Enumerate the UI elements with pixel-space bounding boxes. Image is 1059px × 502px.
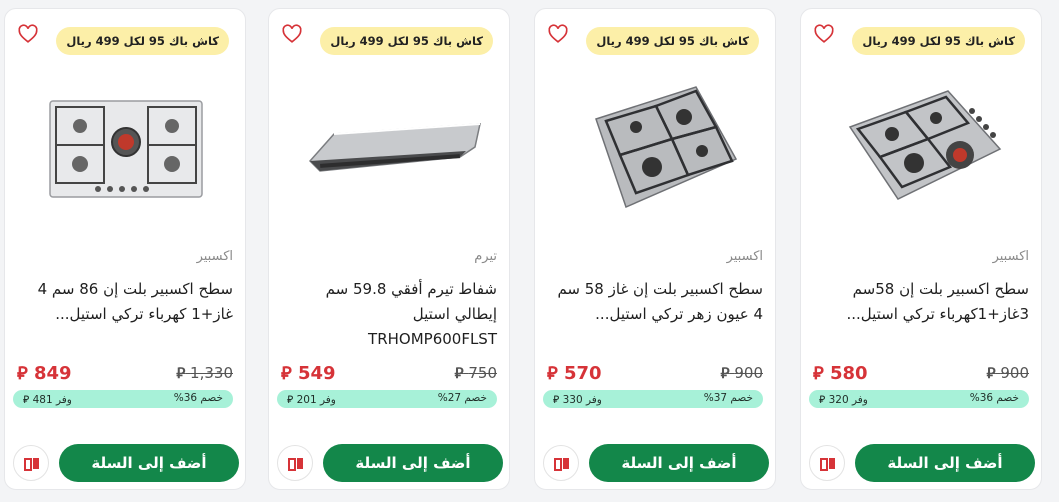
compare-icon: [554, 458, 569, 471]
save-amount: وفر 330 ⃁: [553, 394, 602, 406]
product-title[interactable]: سطح اكسبير بلت إن غاز 58 سم 4 عيون زهر ت…: [547, 277, 763, 327]
riyal-icon: ⃁: [281, 363, 292, 384]
riyal-icon: ⃁: [813, 363, 824, 384]
product-card[interactable]: كاش باك 95 لكل 499 ريال اكسبير سطح اكسبي…: [800, 8, 1042, 490]
discount-percent: خصم 36%: [969, 392, 1019, 404]
savings-bar: وفر 201 ⃁ خصم 27%: [277, 390, 497, 408]
product-title[interactable]: سطح اكسبير بلت إن 58سم 3غاز+1كهرباء تركي…: [813, 277, 1029, 327]
savings-bar: وفر 320 ⃁ خصم 36%: [809, 390, 1029, 408]
gas-electric-hob-icon[interactable]: [822, 79, 1022, 219]
wishlist-heart-icon[interactable]: [547, 23, 569, 45]
add-to-cart-button[interactable]: أضف إلى السلة: [855, 444, 1035, 482]
wishlist-heart-icon[interactable]: [281, 23, 303, 45]
compare-button[interactable]: [809, 445, 845, 481]
product-price: ⃁ 549: [281, 363, 336, 384]
discount-percent: خصم 36%: [173, 392, 223, 404]
riyal-icon: ⃁: [17, 363, 28, 384]
product-price: ⃁ 580: [813, 363, 868, 384]
product-card[interactable]: كاش باك 95 لكل 499 ريال اكسبير سطح اكسبي…: [534, 8, 776, 490]
savings-bar: وفر 481 ⃁ خصم 36%: [13, 390, 233, 408]
discount-percent: خصم 27%: [437, 392, 487, 404]
save-amount: وفر 201 ⃁: [287, 394, 336, 406]
riyal-icon: ⃁: [986, 364, 996, 382]
riyal-icon: ⃁: [176, 364, 186, 382]
save-amount: وفر 481 ⃁: [23, 394, 72, 406]
cashback-badge: كاش باك 95 لكل 499 ريال: [586, 27, 759, 55]
product-card[interactable]: كاش باك 95 لكل 499 ريال تيرم شفاط تيرم أ…: [268, 8, 510, 490]
riyal-icon: ⃁: [454, 364, 464, 382]
product-brand: اكسبير: [726, 249, 763, 264]
product-old-price: ⃁ 1,330: [176, 364, 233, 382]
add-to-cart-button[interactable]: أضف إلى السلة: [589, 444, 769, 482]
cashback-badge: كاش باك 95 لكل 499 ريال: [852, 27, 1025, 55]
add-to-cart-button[interactable]: أضف إلى السلة: [323, 444, 503, 482]
savings-bar: وفر 330 ⃁ خصم 37%: [543, 390, 763, 408]
product-brand: اكسبير: [196, 249, 233, 264]
product-old-price: ⃁ 900: [720, 364, 763, 382]
product-brand: تيرم: [474, 249, 497, 264]
save-amount: وفر 320 ⃁: [819, 394, 868, 406]
riyal-icon: ⃁: [720, 364, 730, 382]
gas-hob-4-burner-icon[interactable]: [556, 79, 756, 219]
compare-icon: [24, 458, 39, 471]
product-price: ⃁ 849: [17, 363, 72, 384]
product-old-price: ⃁ 900: [986, 364, 1029, 382]
range-hood-icon[interactable]: [290, 79, 490, 219]
riyal-icon: ⃁: [547, 363, 558, 384]
product-title[interactable]: سطح اكسبير بلت إن 86 سم 4 غاز+1 كهرباء ت…: [17, 277, 233, 327]
compare-icon: [820, 458, 835, 471]
product-price: ⃁ 570: [547, 363, 602, 384]
compare-button[interactable]: [277, 445, 313, 481]
cashback-badge: كاش باك 95 لكل 499 ريال: [56, 27, 229, 55]
discount-percent: خصم 37%: [703, 392, 753, 404]
product-old-price: ⃁ 750: [454, 364, 497, 382]
compare-button[interactable]: [543, 445, 579, 481]
product-brand: اكسبير: [992, 249, 1029, 264]
wishlist-heart-icon[interactable]: [17, 23, 39, 45]
product-card[interactable]: كاش باك 95 لكل 499 ريال اكسبير سطح اكسبي…: [4, 8, 246, 490]
cashback-badge: كاش باك 95 لكل 499 ريال: [320, 27, 493, 55]
add-to-cart-button[interactable]: أضف إلى السلة: [59, 444, 239, 482]
compare-icon: [288, 458, 303, 471]
gas-hob-5-burner-icon[interactable]: [26, 79, 226, 219]
product-title[interactable]: شفاط تيرم أفقي 59.8 سم إيطالي استيل TRHO…: [281, 277, 497, 352]
compare-button[interactable]: [13, 445, 49, 481]
wishlist-heart-icon[interactable]: [813, 23, 835, 45]
